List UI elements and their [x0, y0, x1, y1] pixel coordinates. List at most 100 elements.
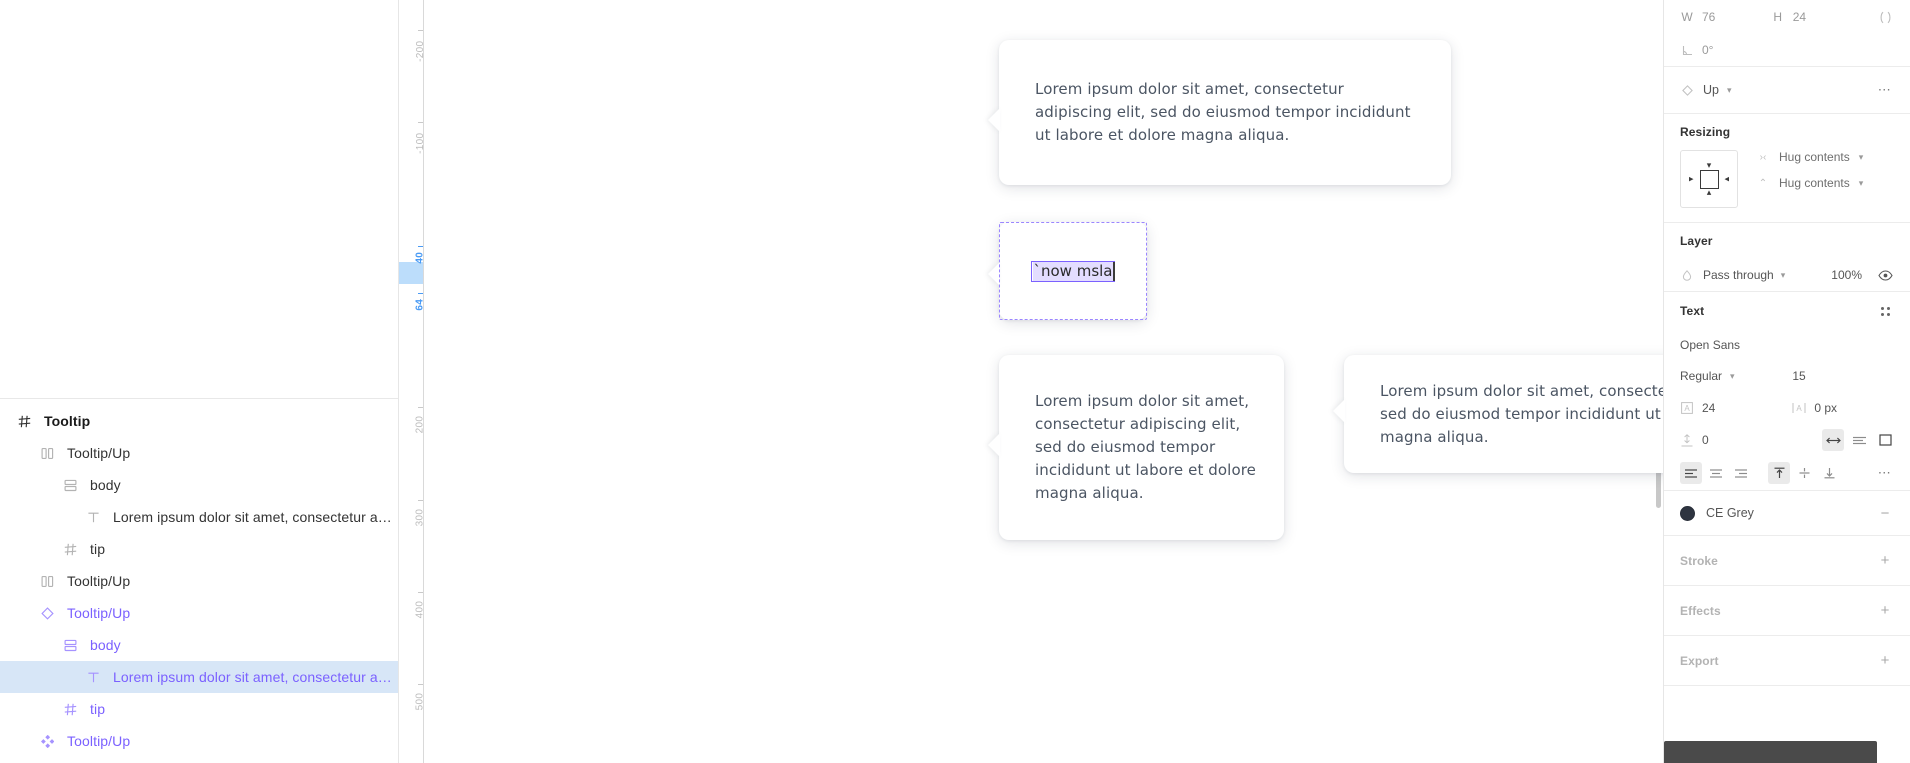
tooltip-body-text: Lorem ipsum dolor sit amet, consectetur …	[1035, 392, 1256, 502]
layer-row[interactable]: Tooltip/Up	[0, 725, 398, 757]
align-text-center-icon[interactable]	[1705, 462, 1727, 484]
layer-row[interactable]: Tooltip	[0, 405, 398, 437]
chevron-down-icon[interactable]: ▾	[1859, 178, 1864, 189]
divider	[1664, 685, 1910, 686]
chevron-down-icon[interactable]: ▾	[1781, 270, 1786, 281]
ruler-selection-band	[399, 262, 423, 284]
paragraph-spacing-field[interactable]: 0	[1680, 433, 1792, 447]
layer-row-label: Tooltip/Up	[67, 573, 131, 589]
resize-arrow-right-icon: ◂	[1724, 173, 1729, 184]
fill-color-swatch[interactable]	[1680, 505, 1695, 521]
align-text-right-icon[interactable]	[1730, 462, 1752, 484]
layer-row-label: Lorem ipsum dolor sit amet, consectetur …	[113, 509, 398, 525]
instance-variant-icon	[37, 443, 57, 463]
resize-preview-box[interactable]: ▾ ▴ ▸ ◂	[1680, 150, 1738, 208]
align-top-icon[interactable]	[1768, 462, 1790, 484]
layer-blend-row: Pass through ▾ 100%	[1664, 259, 1910, 291]
text-editing-frame[interactable]: `now msla	[988, 222, 1147, 320]
text-edit-input[interactable]: `now msla	[1031, 260, 1115, 282]
remove-fill-button[interactable]: −	[1874, 502, 1896, 524]
blend-mode-icon	[1680, 268, 1694, 282]
ruler-tick-dash	[418, 122, 423, 123]
design-canvas[interactable]: Lorem ipsum dolor sit amet, consectetur …	[424, 0, 1663, 763]
more-options-icon[interactable]: ⋯	[1874, 462, 1896, 484]
stroke-title: Stroke	[1680, 553, 1718, 568]
layers-tree[interactable]: Tooltip Tooltip/Up body Lorem ipsum dolor s…	[0, 398, 398, 763]
text-settings-icon[interactable]	[1874, 300, 1896, 322]
text-truncate-icon[interactable]	[1848, 429, 1870, 451]
constrain-proportions-icon[interactable]	[1874, 6, 1896, 28]
letter-spacing-value[interactable]: 0 px	[1814, 401, 1837, 415]
fill-style-name[interactable]: CE Grey	[1706, 506, 1754, 520]
tooltip-card[interactable]: Lorem ipsum dolor sit amet, consectetur …	[988, 355, 1284, 540]
effects-title: Effects	[1680, 603, 1721, 618]
layer-row-label: tip	[90, 701, 106, 717]
eye-icon[interactable]	[1874, 264, 1896, 286]
tooltip-card[interactable]: Lorem ipsum dolor sit amet, consectetur …	[988, 40, 1451, 185]
layer-row-label: body	[90, 477, 121, 493]
layer-row[interactable]: body	[0, 469, 398, 501]
tooltip-card[interactable]: Lorem ipsum dolor sit amet, consectetur …	[1333, 355, 1663, 473]
font-size-value[interactable]: 15	[1792, 369, 1805, 383]
align-text-left-icon[interactable]	[1680, 462, 1702, 484]
font-weight-field[interactable]: Regular ▾	[1680, 369, 1792, 383]
bottom-toolbar-strip[interactable]	[1664, 741, 1877, 763]
dimensions-row: W 76 H 24	[1664, 0, 1910, 34]
rotation-field[interactable]: 0°	[1680, 43, 1771, 57]
vertical-resizing-option[interactable]: ⌃ Hug contents ▾	[1756, 176, 1863, 190]
layer-row[interactable]: Tooltip/Up	[0, 597, 398, 629]
text-edit-value: `now msla	[1033, 261, 1113, 281]
letter-spacing-field[interactable]: A 0 px	[1792, 401, 1896, 415]
line-height-field[interactable]: A 24	[1680, 401, 1792, 415]
line-height-row: A 24 A 0 px	[1664, 392, 1910, 424]
layer-row[interactable]: Lorem ipsum dolor sit amet, consectetur …	[0, 501, 398, 533]
horizontal-resizing-option[interactable]: ›‹ Hug contents ▾	[1756, 150, 1864, 164]
font-family-value[interactable]: Open Sans	[1680, 338, 1740, 352]
add-effect-button[interactable]: +	[1874, 600, 1896, 622]
ruler-tick-label: 64	[415, 298, 424, 311]
height-field[interactable]: H 24	[1771, 10, 1862, 24]
width-field[interactable]: W 76	[1680, 10, 1771, 24]
auto-width-icon[interactable]	[1822, 429, 1844, 451]
layer-row[interactable]: Tooltip/Up	[0, 437, 398, 469]
rotation-angle-icon	[1680, 43, 1694, 57]
layer-row[interactable]: tip	[0, 693, 398, 725]
chevron-down-icon[interactable]: ▾	[1730, 371, 1735, 382]
paragraph-spacing-value[interactable]: 0	[1702, 433, 1709, 447]
layer-row[interactable]: Lorem ipsum dolor sit amet, consectetur …	[0, 661, 398, 693]
component-diamond-icon	[1680, 83, 1694, 97]
align-bottom-icon[interactable]	[1818, 462, 1840, 484]
width-value[interactable]: 76	[1702, 10, 1715, 24]
add-stroke-button[interactable]: +	[1874, 550, 1896, 572]
ruler-tick-label: 400	[415, 600, 424, 619]
layer-row[interactable]: body	[0, 629, 398, 661]
font-weight-value[interactable]: Regular	[1680, 369, 1722, 383]
letter-spacing-icon: A	[1792, 401, 1806, 415]
vertical-ruler[interactable]: -200 -100 40 64 200 300 400 500	[399, 0, 424, 763]
font-family-row[interactable]: Open Sans	[1664, 330, 1910, 360]
align-middle-icon[interactable]	[1793, 462, 1815, 484]
ruler-tick: 400	[399, 592, 423, 618]
vertical-trim-icon[interactable]	[1874, 429, 1896, 451]
component-set-icon	[60, 539, 80, 559]
paragraph-spacing-row: 0	[1664, 424, 1910, 456]
ruler-tick: -100	[399, 122, 423, 154]
chevron-down-icon[interactable]: ▾	[1727, 85, 1732, 96]
layer-row[interactable]: tip	[0, 533, 398, 565]
line-height-value[interactable]: 24	[1702, 401, 1715, 415]
chevron-down-icon[interactable]: ▾	[1859, 152, 1864, 163]
blend-mode-value[interactable]: Pass through	[1703, 268, 1774, 282]
tooltip-tip-arrow	[988, 433, 1000, 457]
properties-inspector-panel: W 76 H 24 0° Up ▾ ⋯ Resizing ▾ ▴ ▸ ◂ ›‹ …	[1663, 0, 1910, 763]
opacity-value[interactable]: 100%	[1831, 268, 1862, 282]
resizing-header: Resizing	[1664, 114, 1910, 150]
height-value[interactable]: 24	[1793, 10, 1806, 24]
instance-variant-icon	[37, 571, 57, 591]
paragraph-spacing-icon	[1680, 433, 1694, 447]
layer-row[interactable]: Tooltip/Up	[0, 565, 398, 597]
resize-arrow-left-icon: ▸	[1689, 173, 1694, 184]
rotation-value[interactable]: 0°	[1702, 43, 1713, 57]
add-export-button[interactable]: +	[1874, 650, 1896, 672]
more-options-icon[interactable]: ⋯	[1874, 79, 1896, 101]
tooltip-tip-arrow	[1333, 399, 1345, 423]
